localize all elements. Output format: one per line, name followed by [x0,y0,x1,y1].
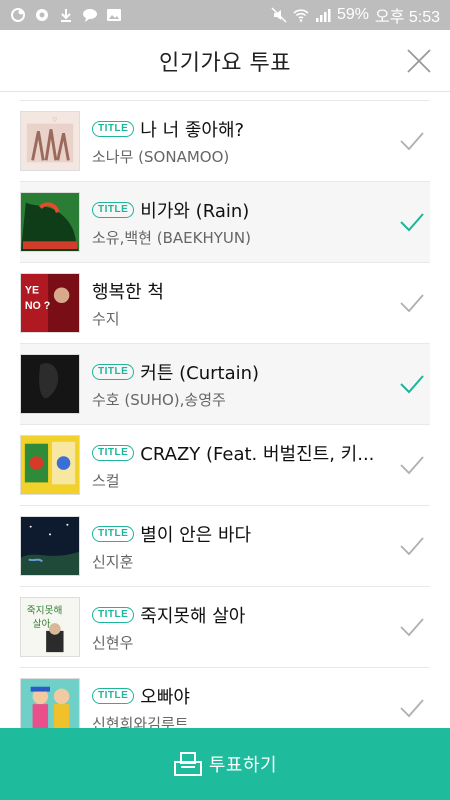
song-artist: 소유,백현 (BAEKHYUN) [92,228,251,247]
song-title: 죽지못해 살아 [140,605,246,627]
song-artist: 신현희와김루트 [92,714,189,729]
ballot-box-icon [173,752,202,776]
check-icon-selected[interactable] [398,208,426,236]
song-title: 나 너 좋아해? [140,119,245,141]
song-artist: 신지훈 [92,552,134,571]
album-cover: YE NO ? [20,273,80,333]
status-bar: 59% 오후 5:53 [0,0,450,30]
song-title: 별이 안은 바다 [140,524,252,546]
check-icon[interactable] [398,451,426,479]
chat-icon [83,9,97,22]
song-row[interactable]: YE NO ? 행복한 척 수지 [20,263,430,344]
song-info: TITLE 별이 안은 바다 신지훈 [92,521,430,572]
album-cover [20,435,80,495]
song-info: TITLE 나 너 좋아해? 소나무 (SONAMOO) [92,116,430,167]
title-badge: TITLE [92,201,135,218]
status-left-icons [10,7,122,23]
svg-text:YE: YE [25,284,39,296]
song-list[interactable]: ♡ TITLE 나 너 좋아해? 소나무 (SONAMOO) TITLE 비가와… [20,100,430,728]
settings-sync-icon [36,9,48,21]
album-cover [20,516,80,576]
status-right: 59% 오후 5:53 [271,3,440,27]
signal-icon [315,9,331,22]
close-icon[interactable] [406,48,432,74]
check-icon[interactable] [398,694,426,722]
song-info: TITLE 오빠야 신현희와김루트 [92,683,430,729]
song-row[interactable]: TITLE 별이 안은 바다 신지훈 [20,506,430,587]
mute-icon [271,7,287,23]
song-title: 오빠야 [140,686,190,708]
song-row[interactable]: TITLE 비가와 (Rain) 소유,백현 (BAEKHYUN) [20,182,430,263]
song-row[interactable]: TITLE 오빠야 신현희와김루트 [20,668,430,728]
page-title: 인기가요 투표 [159,50,291,76]
title-badge: TITLE [92,120,135,137]
check-icon[interactable] [398,289,426,317]
vote-button-label: 투표하기 [208,755,278,776]
title-badge: TITLE [92,525,135,542]
song-info: TITLE CRAZY (Feat. 버벌진트, 키... 스컬 [92,440,430,491]
notification-icon [11,8,25,22]
album-cover: 죽지못해살아 [20,597,80,657]
album-cover: ♡ [20,111,80,171]
song-artist: 수지 [92,309,120,328]
song-info: TITLE 비가와 (Rain) 소유,백현 (BAEKHYUN) [92,197,430,248]
album-cover [20,678,80,728]
song-info: TITLE 커튼 (Curtain) 수호 (SUHO),송영주 [92,359,430,410]
image-icon [107,9,121,21]
song-title: 행복한 척 [92,281,164,303]
song-row[interactable]: ♡ TITLE 나 너 좋아해? 소나무 (SONAMOO) [20,101,430,182]
song-artist: 소나무 (SONAMOO) [92,147,230,166]
song-row[interactable]: TITLE CRAZY (Feat. 버벌진트, 키... 스컬 [20,425,430,506]
check-icon-selected[interactable] [398,370,426,398]
svg-text:죽지못해: 죽지못해 [27,604,63,616]
vote-button[interactable]: 투표하기 [0,728,450,800]
album-cover [20,192,80,252]
svg-text:살아: 살아 [33,619,51,630]
wifi-icon [293,9,309,22]
check-icon[interactable] [398,127,426,155]
song-title: 비가와 (Rain) [140,200,250,222]
check-icon[interactable] [398,532,426,560]
title-badge: TITLE [92,606,135,623]
svg-text:♡: ♡ [52,117,57,124]
app-header: 인기가요 투표 [0,30,450,92]
song-title: 커튼 (Curtain) [140,362,260,384]
clock: 오후 5:53 [374,9,440,26]
song-artist: 스컬 [92,471,120,490]
song-row[interactable]: 죽지못해살아 TITLE 죽지못해 살아 신현우 [20,587,430,668]
song-artist: 신현우 [92,633,134,652]
title-badge: TITLE [92,444,135,461]
song-title: CRAZY (Feat. 버벌진트, 키... [140,443,375,465]
svg-text:NO ?: NO ? [25,300,50,312]
song-artist: 수호 (SUHO),송영주 [92,390,226,409]
title-badge: TITLE [92,687,135,704]
battery-percent: 59% [336,6,369,23]
song-row[interactable]: TITLE 커튼 (Curtain) 수호 (SUHO),송영주 [20,344,430,425]
download-icon [61,9,71,22]
song-info: TITLE 죽지못해 살아 신현우 [92,602,430,653]
title-badge: TITLE [92,363,135,380]
album-cover [20,354,80,414]
check-icon[interactable] [398,613,426,641]
song-info: 행복한 척 수지 [92,278,430,329]
